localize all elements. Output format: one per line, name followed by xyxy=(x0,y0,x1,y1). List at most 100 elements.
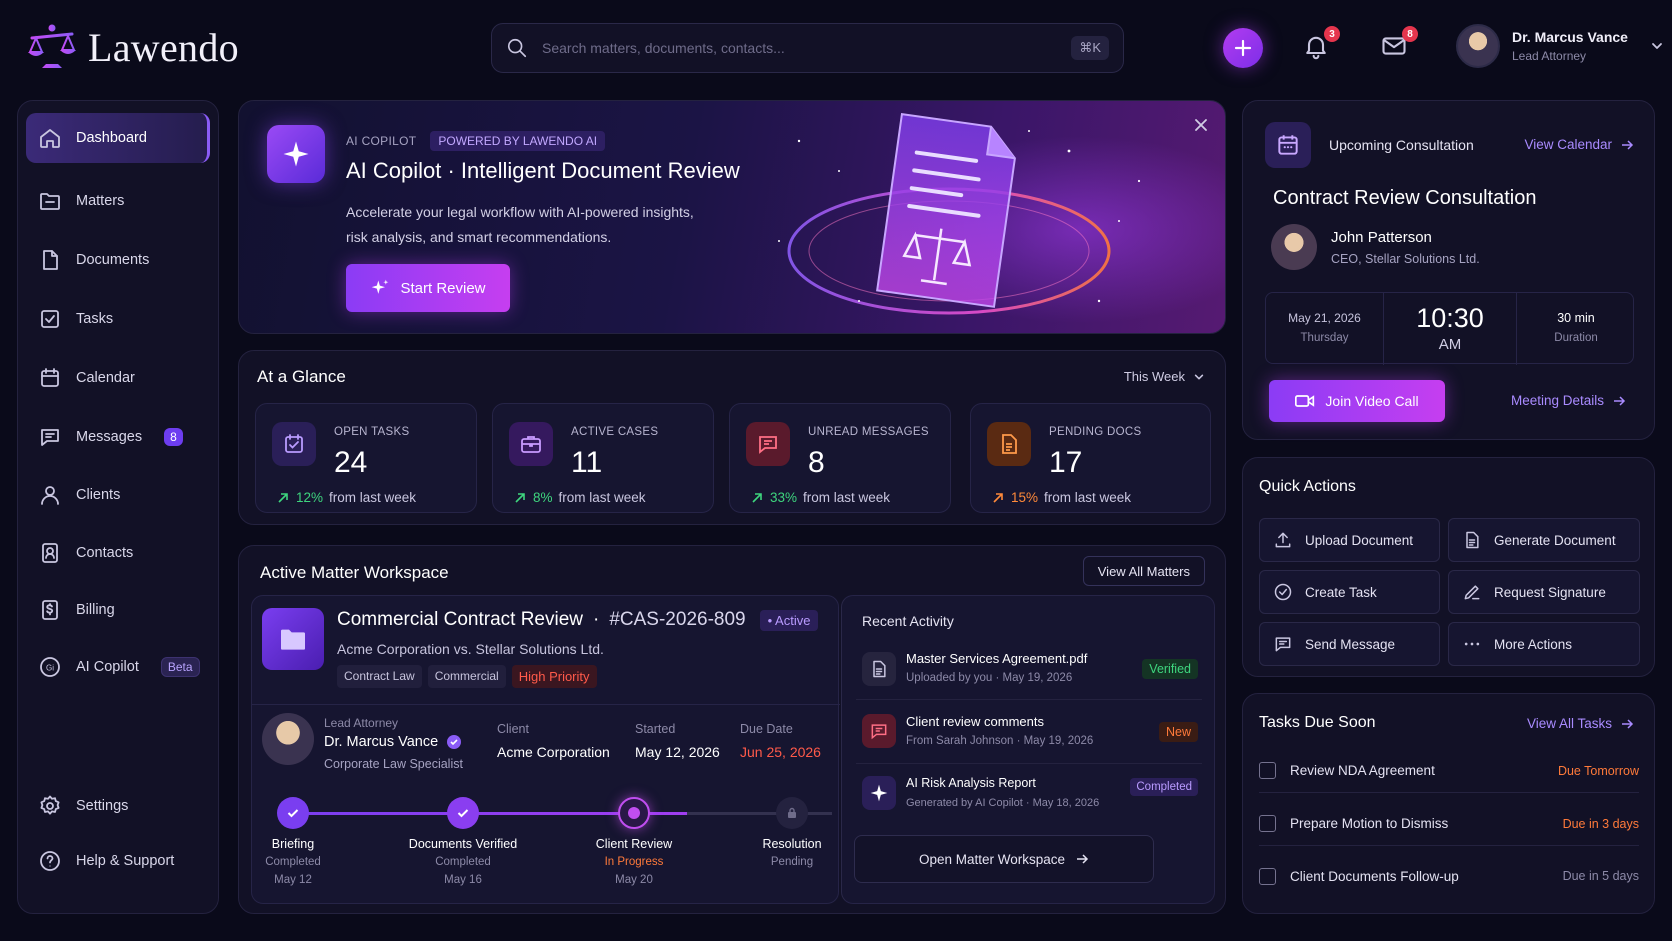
stat-icon-wrap xyxy=(746,422,790,466)
matter-tag[interactable]: Commercial xyxy=(427,665,506,688)
task-row[interactable]: Prepare Motion to Dismiss Due in 3 days xyxy=(1259,802,1639,846)
user-menu[interactable]: Dr. Marcus Vance Lead Attorney xyxy=(1456,24,1664,68)
ai-copilot-banner: AI COPILOT POWERED BY LAWENDO AI AI Copi… xyxy=(238,100,1226,334)
generate-document-button[interactable]: Generate Document xyxy=(1448,518,1640,562)
join-label: Join Video Call xyxy=(1325,393,1419,409)
chat-icon xyxy=(871,724,887,740)
activity-title: Recent Activity xyxy=(862,613,954,629)
view-calendar-link[interactable]: View Calendar xyxy=(1524,137,1634,152)
close-banner-button[interactable] xyxy=(1193,117,1209,133)
link-label: View All Tasks xyxy=(1526,716,1612,731)
stat-delta-value: 33% xyxy=(770,490,798,505)
priority-tag[interactable]: High Priority xyxy=(511,665,597,688)
person-role: CEO, Stellar Solutions Ltd. xyxy=(1331,252,1480,266)
sidebar-item-contacts[interactable]: Contacts xyxy=(26,528,210,578)
activity-item[interactable]: Master Services Agreement.pdf Uploaded b… xyxy=(856,642,1202,700)
qa-label: Request Signature xyxy=(1494,584,1606,600)
sidebar-item-help[interactable]: Help & Support xyxy=(26,836,210,886)
sidebar-item-settings[interactable]: Settings xyxy=(26,781,210,831)
stat-card-active-cases[interactable]: ACTIVE CASES 11 8% from last week xyxy=(492,403,714,513)
meeting-details-link[interactable]: Meeting Details xyxy=(1511,393,1626,408)
matter-parties: Acme Corporation vs. Stellar Solutions L… xyxy=(337,641,604,657)
messages-button[interactable]: 8 xyxy=(1380,26,1418,64)
step-dot-completed[interactable] xyxy=(277,797,309,829)
qa-label: Create Task xyxy=(1305,584,1377,600)
step-dot-pending[interactable] xyxy=(776,797,808,829)
sidebar-item-billing[interactable]: Billing xyxy=(26,585,210,635)
open-matter-workspace-button[interactable]: Open Matter Workspace xyxy=(854,835,1154,883)
create-task-button[interactable]: Create Task xyxy=(1259,570,1440,614)
lead-name: Dr. Marcus Vance xyxy=(324,734,439,750)
quick-actions-panel: Quick Actions Upload Document Generate D… xyxy=(1242,457,1655,677)
sidebar-item-ai-copilot[interactable]: Gi AI Copilot Beta xyxy=(26,642,210,692)
task-row[interactable]: Client Documents Follow-up Due in 5 days xyxy=(1259,854,1639,898)
sidebar-item-label: Dashboard xyxy=(76,130,147,146)
global-search[interactable]: ⌘K xyxy=(491,23,1124,73)
send-message-button[interactable]: Send Message xyxy=(1259,622,1440,666)
task-row[interactable]: Review NDA Agreement Due Tomorrow xyxy=(1259,749,1639,793)
start-review-button[interactable]: Start Review xyxy=(346,264,510,312)
brand-name: Lawendo xyxy=(88,24,239,70)
upload-document-button[interactable]: Upload Document xyxy=(1259,518,1440,562)
sidebar-item-matters[interactable]: Matters xyxy=(26,176,210,226)
trend-up-icon xyxy=(515,492,525,503)
gear-icon xyxy=(40,795,60,815)
check-icon xyxy=(287,809,299,818)
more-actions-button[interactable]: More Actions xyxy=(1448,622,1640,666)
arrow-right-icon xyxy=(1614,395,1626,406)
messages-badge: 8 xyxy=(1402,26,1418,42)
stat-card-pending-docs[interactable]: PENDING DOCS 17 15% from last week xyxy=(970,403,1211,513)
activity-item[interactable]: AI Risk Analysis Report Generated by AI … xyxy=(856,766,1202,826)
task-checkbox[interactable] xyxy=(1259,815,1276,832)
notifications-button[interactable]: 3 xyxy=(1302,26,1340,64)
brand-logo[interactable]: Lawendo xyxy=(26,22,239,72)
view-all-matters-button[interactable]: View All Matters xyxy=(1082,556,1205,586)
sidebar-item-label: AI Copilot xyxy=(76,659,139,675)
join-video-call-button[interactable]: Join Video Call xyxy=(1269,380,1445,422)
consultation-time-box: May 21, 2026 Thursday 10:30 AM 30 min Du… xyxy=(1265,292,1634,365)
matter-name[interactable]: Commercial Contract Review xyxy=(337,609,583,631)
stat-card-unread-messages[interactable]: UNREAD MESSAGES 8 33% from last week xyxy=(729,403,951,513)
activity-item-title: AI Risk Analysis Report xyxy=(906,776,1036,790)
sidebar-item-messages[interactable]: Messages 8 xyxy=(26,412,210,462)
step-date: May 12 xyxy=(274,874,312,886)
period-dropdown[interactable]: This Week xyxy=(1124,369,1205,384)
home-icon xyxy=(40,129,60,148)
due-label: Due Date xyxy=(740,722,793,736)
started-value: May 12, 2026 xyxy=(635,744,720,760)
task-name: Review NDA Agreement xyxy=(1290,763,1435,778)
stat-card-open-tasks[interactable]: OPEN TASKS 24 12% from last week xyxy=(255,403,477,513)
stat-label: OPEN TASKS xyxy=(334,426,410,438)
document-icon xyxy=(873,660,886,678)
sidebar-item-tasks[interactable]: Tasks xyxy=(26,294,210,344)
stat-value: 11 xyxy=(571,446,603,479)
link-label: View Calendar xyxy=(1524,137,1612,152)
recent-activity-panel: Recent Activity Master Services Agreemen… xyxy=(841,595,1215,904)
step-dot-in-progress[interactable] xyxy=(618,797,650,829)
search-input[interactable] xyxy=(542,40,1072,56)
task-checkbox[interactable] xyxy=(1259,762,1276,779)
consultation-day: Thursday xyxy=(1300,332,1349,344)
consultation-duration: 30 min xyxy=(1557,311,1595,325)
sidebar-item-clients[interactable]: Clients xyxy=(26,470,210,520)
activity-tag-verified: Verified xyxy=(1142,659,1198,679)
sidebar-item-documents[interactable]: Documents xyxy=(26,235,210,285)
sidebar-item-label: Clients xyxy=(76,487,121,503)
request-signature-button[interactable]: Request Signature xyxy=(1448,570,1640,614)
task-checkbox[interactable] xyxy=(1259,867,1276,885)
banner-desc-line: risk analysis, and smart recommendations… xyxy=(346,229,612,245)
due-value: Jun 25, 2026 xyxy=(740,744,821,760)
view-all-tasks-link[interactable]: View All Tasks xyxy=(1527,716,1634,731)
section-title: Tasks Due Soon xyxy=(1259,714,1376,731)
lead-attorney-avatar xyxy=(262,713,314,765)
sidebar-item-calendar[interactable]: Calendar xyxy=(26,353,210,403)
matter-tag[interactable]: Contract Law xyxy=(337,665,422,688)
step-dot-completed[interactable] xyxy=(447,797,479,829)
create-new-button[interactable] xyxy=(1223,28,1263,68)
activity-item[interactable]: Client review comments From Sarah Johnso… xyxy=(856,704,1202,764)
pen-icon xyxy=(1464,585,1480,600)
sidebar: Dashboard Matters Documents Tasks Calend… xyxy=(17,100,219,914)
sidebar-item-dashboard[interactable]: Dashboard xyxy=(26,113,210,163)
button-label: Open Matter Workspace xyxy=(918,851,1066,867)
stat-delta-text: from last week xyxy=(329,490,417,505)
